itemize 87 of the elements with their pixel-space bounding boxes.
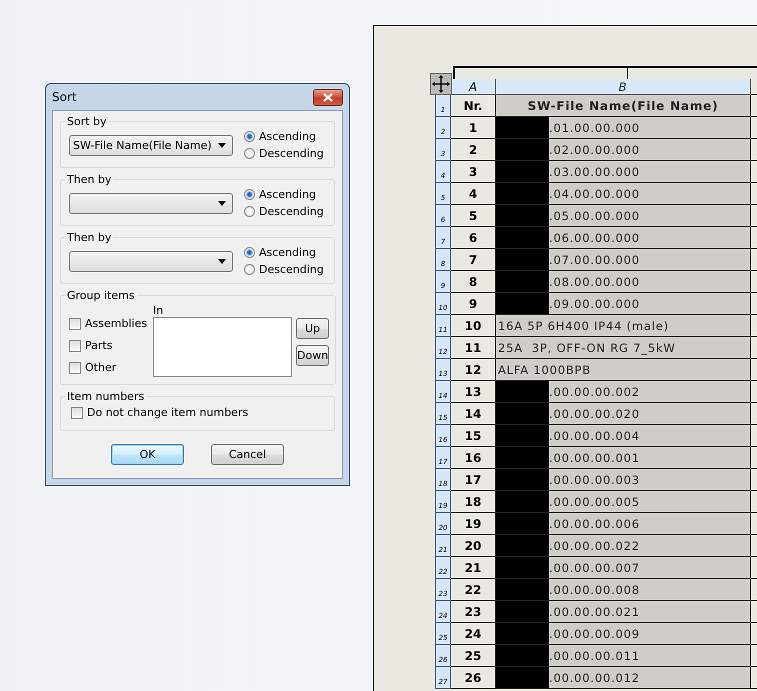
table-cell: 14 [451,403,496,425]
table-cell: 2 [451,139,496,161]
table-cell: 22 [451,579,496,601]
group-label: Group items [66,289,136,302]
table-cell: .00.00.00.020 [549,406,640,420]
table-cell: 21 [451,557,496,579]
dropdown[interactable]: SW-File Name(File Name) [69,134,233,156]
table-cell: .00.00.00.011 [549,648,640,662]
table-cell: .00.00.00.007 [549,560,640,574]
table-cell: 1 [451,117,496,139]
table-cell: 9 [451,293,496,315]
table-cell: .00.00.00.022 [549,538,640,552]
table-cell: .00.00.00.004 [549,428,640,442]
radio-button[interactable]: Ascending [244,188,328,201]
radio-button[interactable]: Ascending [244,130,328,143]
radio-button[interactable]: Ascending [244,246,328,259]
table-cell: .00.00.00.001 [549,450,640,464]
caret-icon [218,258,226,264]
table-cell: 13 [451,381,496,403]
move-icon[interactable] [430,73,452,95]
table-cell: 3 [451,161,496,183]
table-cell: .00.00.00.002 [549,384,640,398]
radio-button[interactable]: Descending [244,147,328,160]
list-label: In [153,304,164,317]
table-cell-text: 25A 3P, OFF-ON RG 7_5kW [497,340,676,354]
group-label: Item numbers [66,390,146,403]
checkbox[interactable]: Do not change item numbers [69,405,328,423]
table-cell: .00.00.00.003 [549,472,640,486]
table-cell: .06.00.00.000 [549,230,640,244]
column-header[interactable]: A [451,79,496,95]
dropdown[interactable] [69,250,233,272]
table-cell: 20 [451,535,496,557]
table-cell: 4 [451,183,496,205]
dialog-button[interactable]: Cancel [211,444,284,465]
table-cell: 24 [451,623,496,645]
close-icon [323,92,333,102]
table-cell: .00.00.00.012 [549,670,640,684]
table-cell: .01.00.00.000 [549,120,640,134]
table-header-cell: Nr. [451,95,496,117]
radio-button[interactable]: Descending [244,263,328,276]
table-cell: 8 [451,271,496,293]
caret-icon [218,142,226,148]
table-cell: 26 [451,667,496,689]
table-cell: .03.00.00.000 [549,164,640,178]
table-cell: 6 [451,227,496,249]
close-button[interactable] [313,88,343,106]
table-cell: 16 [451,447,496,469]
table-cell: 23 [451,601,496,623]
table-header-cell: SW-File Name(File Name) [496,95,751,117]
table-cell: 15 [451,425,496,447]
dropdown[interactable] [69,192,233,214]
table-cell: 18 [451,491,496,513]
table-cell-text: ALFA 1000BPB [497,362,591,376]
checkbox[interactable]: Assemblies [69,317,149,330]
table-cell: 17 [451,469,496,491]
table-cell: .00.00.00.006 [549,516,640,530]
dialog-title: Sort [52,90,77,104]
table-cell: 5 [451,205,496,227]
table-cell: 10 [451,315,496,337]
list-box[interactable] [153,317,292,377]
table-cell-text: 16A 5P 6H400 IP44 (male) [497,318,669,332]
group-label: Then by [66,231,112,244]
table-cell: 25 [451,645,496,667]
table-cell: .00.00.00.009 [549,626,640,640]
table-cell: .00.00.00.005 [549,494,640,508]
table-cell: .00.00.00.021 [549,604,640,618]
table-cell: .02.00.00.000 [549,142,640,156]
table-cell: 7 [451,249,496,271]
move-button[interactable]: Up [296,318,329,339]
table-cell: .00.00.00.008 [549,582,640,596]
table-cell: 12 [451,359,496,381]
table-cell: .08.00.00.000 [549,274,640,288]
checkbox[interactable]: Other [69,361,149,374]
radio-button[interactable]: Descending [244,205,328,218]
group-label: Sort by [66,115,108,128]
checkbox[interactable]: Parts [69,339,149,352]
dialog-button[interactable]: OK [111,444,184,465]
table-cell: 11 [451,337,496,359]
column-header[interactable]: B [496,79,751,95]
move-button[interactable]: Down [296,345,329,366]
table-cell: .05.00.00.000 [549,208,640,222]
group-label: Then by [66,173,112,186]
table-cell: .04.00.00.000 [549,186,640,200]
caret-icon [218,200,226,206]
table-cell: .09.00.00.000 [549,296,640,310]
table-cell: 19 [451,513,496,535]
table-cell: .07.00.00.000 [549,252,640,266]
